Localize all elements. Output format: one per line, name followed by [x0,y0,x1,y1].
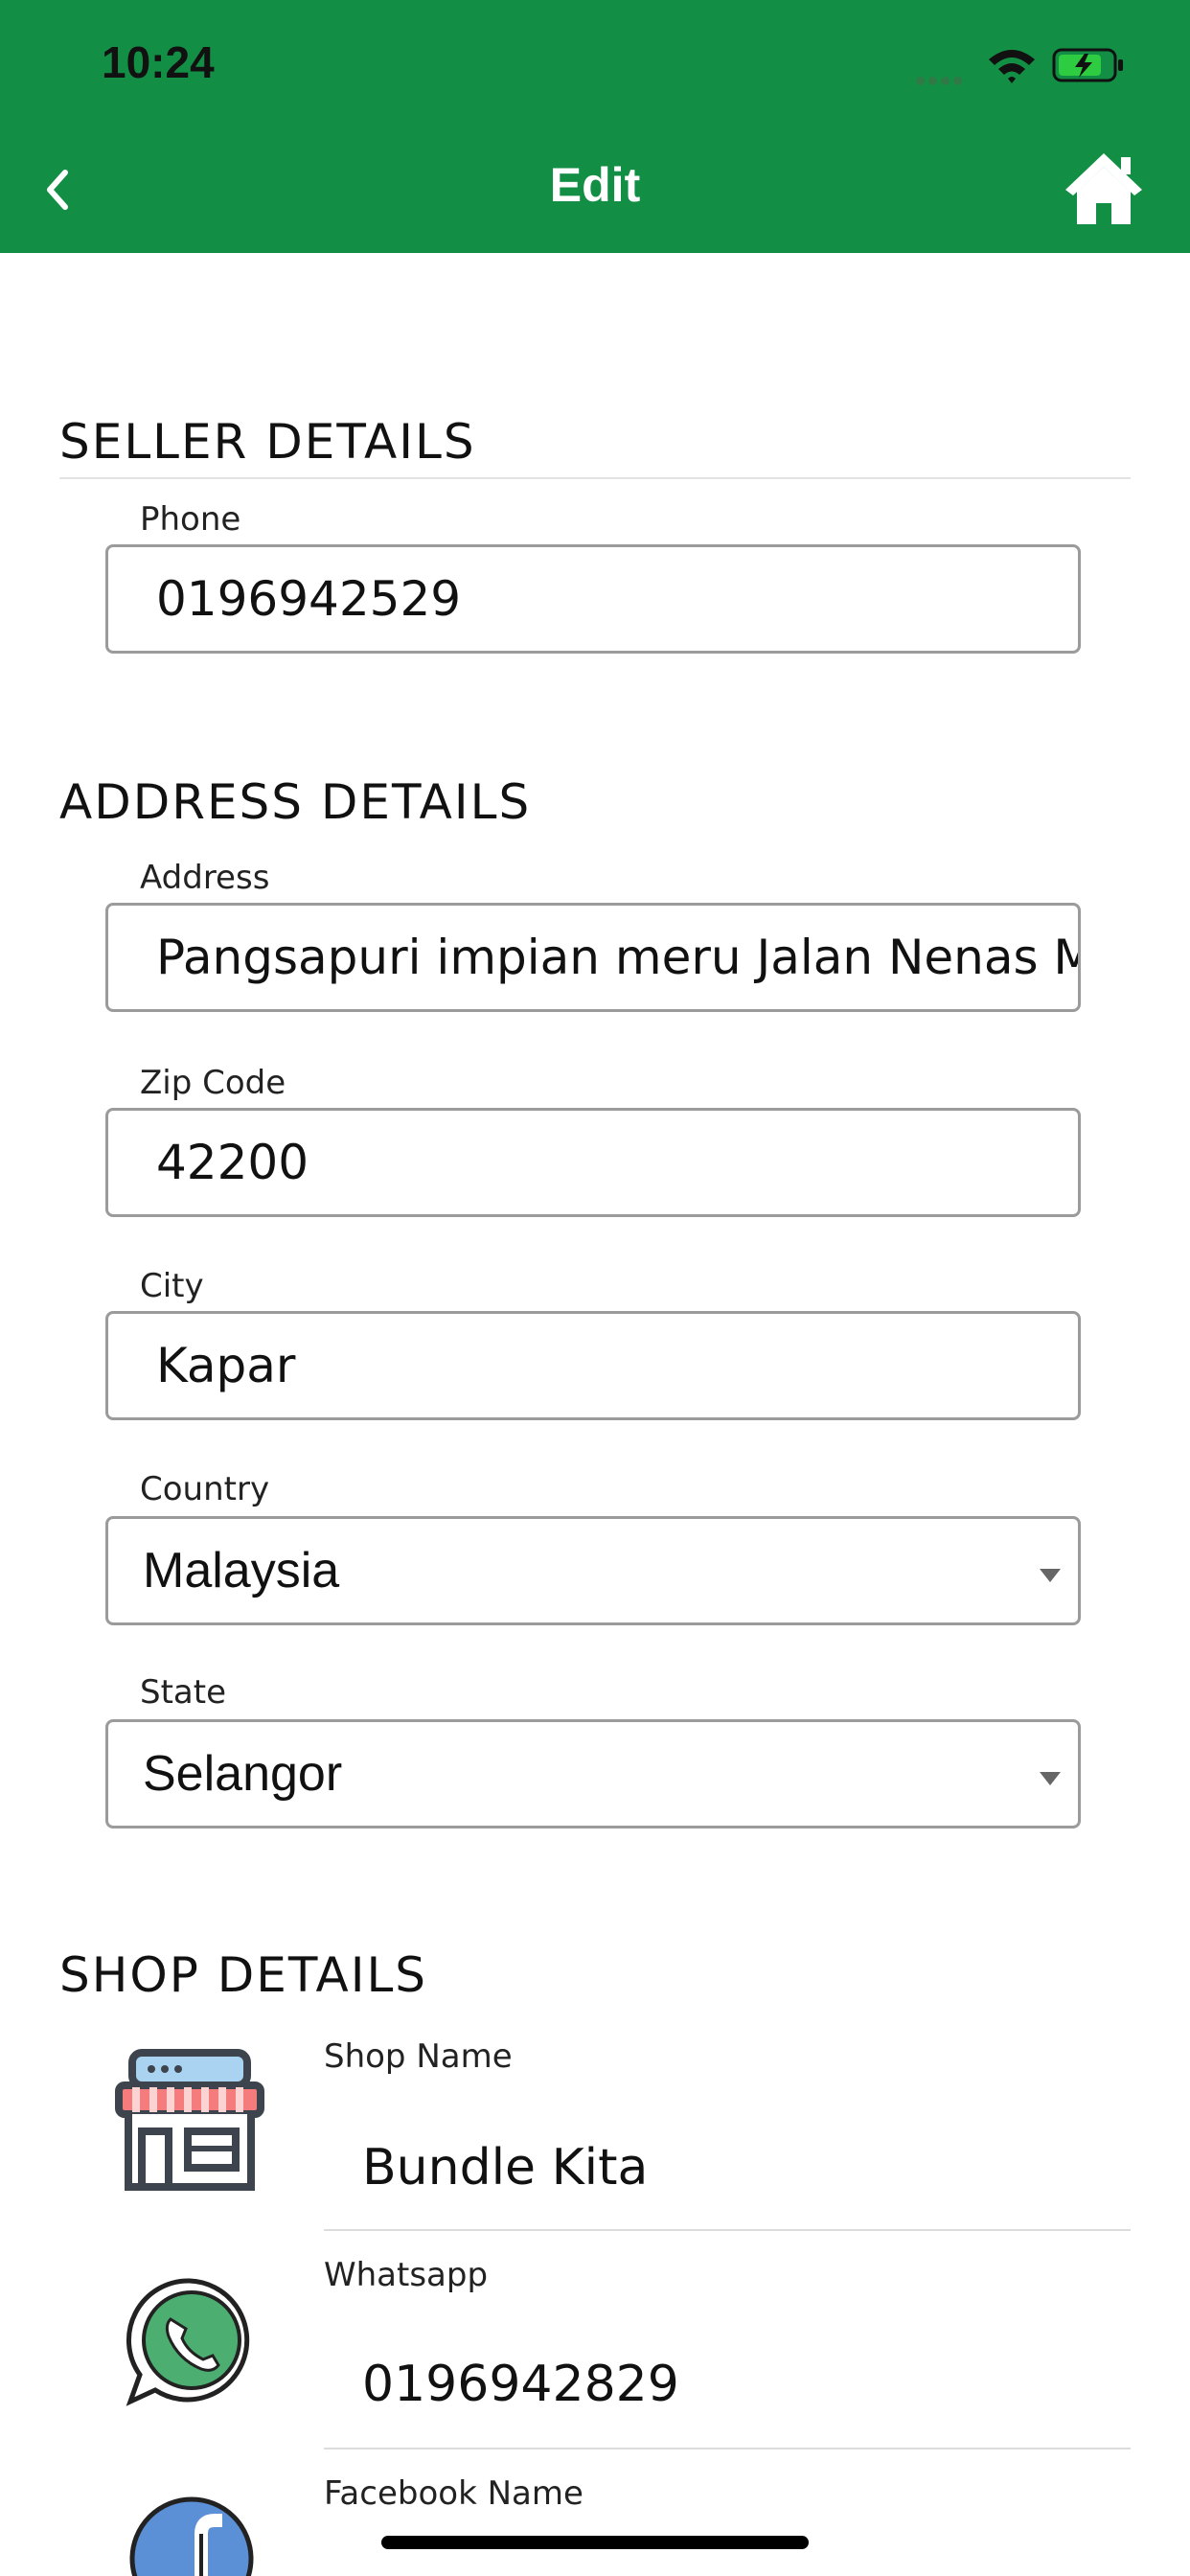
country-label: Country [140,1470,270,1508]
city-label: City [140,1267,204,1305]
address-label: Address [140,859,270,897]
status-time: 10:24 [102,37,215,87]
app-header: 10:24 Edit [0,0,1190,253]
phone-label: Phone [140,500,241,539]
shop-name-label: Shop Name [324,2037,513,2076]
whatsapp-icon [126,2278,250,2406]
shop-name-underline [324,2229,1131,2231]
home-indicator [381,2536,809,2549]
facebook-name-label: Facebook Name [324,2474,584,2513]
facebook-icon [129,2496,254,2576]
shop-name-value[interactable]: Bundle Kita [362,2139,648,2196]
state-select[interactable]: Selangor [105,1719,1081,1828]
address-field-box [105,903,1081,1012]
home-button[interactable] [1062,148,1146,228]
zip-code-input[interactable] [108,1111,1078,1214]
whatsapp-label: Whatsapp [324,2256,489,2294]
page-title: Edit [549,158,641,212]
cellular-signal-icon [916,71,966,89]
caret-down-icon [1040,1569,1061,1582]
zip-code-label: Zip Code [140,1064,286,1102]
zip-code-field-box [105,1108,1081,1217]
whatsapp-value[interactable]: 0196942829 [362,2356,679,2413]
caret-down-icon [1040,1772,1061,1785]
seller-details-heading: SELLER DETAILS [59,414,476,470]
country-select[interactable]: Malaysia [105,1516,1081,1625]
address-input[interactable] [108,906,1078,1009]
battery-icon [1052,48,1123,82]
state-label: State [140,1673,226,1712]
city-input[interactable] [108,1314,1078,1417]
address-details-heading: ADDRESS DETAILS [59,774,532,830]
section-divider [59,477,1131,479]
phone-field-box [105,544,1081,654]
shop-details-heading: SHOP DETAILS [59,1947,428,2003]
storefront-icon [115,2049,264,2191]
city-field-box [105,1311,1081,1420]
wifi-icon [989,50,1035,83]
country-select-value: Malaysia [143,1543,340,1598]
state-select-value: Selangor [143,1746,343,1802]
phone-input[interactable] [108,547,1078,651]
whatsapp-underline [324,2448,1131,2450]
